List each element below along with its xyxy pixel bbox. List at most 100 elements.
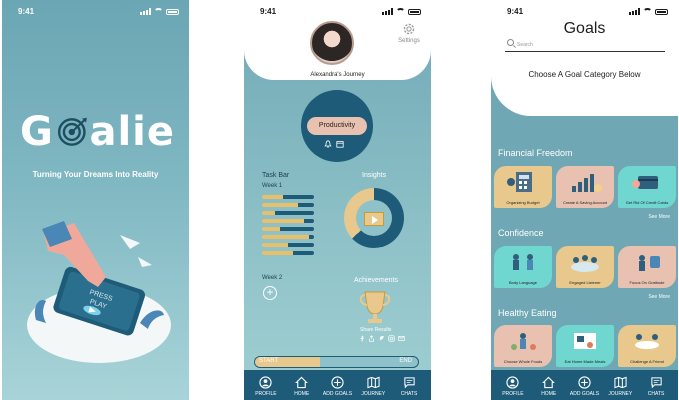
task-bar-remaining — [275, 211, 314, 215]
card-label: Organizing Budget — [506, 200, 540, 205]
progress-start-label: START — [259, 358, 279, 364]
splash-tagline: Turning Your Dreams Into Reality — [32, 170, 159, 179]
task-bar-remaining — [308, 235, 314, 239]
press-play-illustration[interactable]: PRESS PLAY — [2, 205, 189, 400]
nav-journey-label: JOURNEY — [361, 390, 386, 397]
challenge-friend-illustration — [635, 334, 659, 349]
nav-home-label: HOME — [294, 390, 310, 397]
see-more-confidence[interactable]: See More — [648, 294, 670, 300]
nav-journey[interactable]: JOURNEY — [357, 376, 389, 397]
add-week-button[interactable]: + — [263, 286, 277, 300]
nav-chats-label: CHATS — [647, 390, 665, 397]
nav-home[interactable]: HOME — [286, 376, 318, 397]
card-label: Challenge A Friend — [630, 359, 664, 364]
chat-icon — [650, 376, 662, 388]
wifi-icon — [396, 8, 405, 15]
home-meals-illustration — [574, 333, 596, 349]
task-bar-row — [262, 219, 314, 223]
chat-icon — [403, 376, 415, 388]
calendar-icon[interactable] — [336, 140, 344, 148]
nav-add-goals[interactable]: ADD GOALS — [568, 375, 600, 397]
nav-home-label: HOME — [541, 390, 557, 397]
task-bar-row — [262, 211, 314, 215]
bell-icon[interactable] — [324, 140, 332, 148]
play-icon[interactable] — [364, 212, 384, 226]
trophy-icon[interactable] — [358, 290, 392, 326]
share-icons — [358, 335, 405, 342]
facebook-icon[interactable] — [358, 335, 365, 342]
task-bar-remaining — [293, 251, 314, 255]
goal-card-challenge-friend[interactable]: Challenge A Friend — [618, 325, 676, 367]
map-icon — [614, 376, 627, 388]
card-label: Get Rid Of Credit Cards — [625, 200, 669, 205]
task-bar-complete — [262, 219, 304, 223]
task-bar-row — [262, 251, 314, 255]
week-2-label: Week 2 — [262, 275, 283, 281]
status-time: 9:41 — [18, 7, 35, 16]
share-icon[interactable] — [368, 335, 375, 342]
focus-actions — [324, 140, 344, 148]
logo-letter-g: G — [20, 109, 54, 155]
nav-profile-label: PROFILE — [502, 390, 524, 397]
goal-card-whole-foods[interactable]: Choose Whole Foods — [494, 325, 552, 367]
search-icon — [507, 39, 514, 46]
goal-card-focus-gratitude[interactable]: Focus On Gratitude — [618, 246, 676, 288]
profile-icon — [506, 375, 520, 389]
bottom-nav: PROFILE HOME ADD GOALS JOURNEY CHATS — [244, 370, 431, 400]
card-label: Choose Whole Foods — [503, 359, 543, 364]
share-results-label: Share Results — [360, 327, 392, 333]
task-bar-complete — [262, 227, 281, 231]
nav-journey[interactable]: JOURNEY — [604, 376, 636, 397]
add-goals-icon — [578, 375, 591, 389]
status-bar: 9:41 — [244, 6, 431, 18]
status-time: 9:41 — [260, 7, 277, 16]
nav-chats[interactable]: CHATS — [640, 376, 672, 397]
task-bar-complete — [262, 195, 283, 199]
card-label: Focus On Gratitude — [629, 280, 665, 285]
task-bar-row — [262, 195, 314, 199]
mail-icon[interactable] — [398, 335, 405, 342]
nav-profile[interactable]: PROFILE — [497, 375, 529, 397]
goal-card-saving-account[interactable]: Create A Saving Account — [556, 166, 614, 208]
add-goals-icon — [331, 375, 344, 389]
goal-card-home-made-meals[interactable]: Eat Home Made Meals — [556, 325, 614, 367]
nav-journey-label: JOURNEY — [608, 390, 633, 397]
task-bar-complete — [262, 251, 294, 255]
journey-progress-bar[interactable]: START END — [254, 356, 419, 368]
settings-button[interactable]: Settings — [397, 22, 421, 44]
battery-icon — [655, 8, 668, 15]
task-bar-complete — [262, 203, 299, 207]
task-bar-remaining — [280, 227, 314, 231]
profile-icon — [259, 375, 273, 389]
task-bar-row — [262, 235, 314, 239]
signal-icon — [140, 8, 151, 15]
nav-home[interactable]: HOME — [533, 376, 565, 397]
nav-profile[interactable]: PROFILE — [250, 375, 282, 397]
category-title-confidence: Confidence — [498, 228, 544, 238]
wifi-icon — [154, 8, 163, 15]
goal-card-credit-cards[interactable]: Get Rid Of Credit Cards — [618, 166, 676, 208]
gratitude-illustration — [639, 255, 660, 271]
home-icon — [295, 376, 309, 388]
instagram-icon[interactable] — [388, 335, 395, 342]
category-title-healthy-eating: Healthy Eating — [498, 308, 557, 318]
nav-profile-label: PROFILE — [255, 390, 277, 397]
twitter-icon[interactable] — [378, 335, 385, 342]
app-logo: G alie — [20, 109, 175, 155]
card-label: Create A Saving Account — [562, 200, 608, 205]
goal-card-body-language[interactable]: Body Language — [494, 246, 552, 288]
search-input[interactable]: Search — [505, 39, 665, 52]
goal-card-organizing-budget[interactable]: Organizing Budget — [494, 166, 552, 208]
journey-user-name: Alexandra's Journey — [310, 72, 365, 78]
productivity-pill[interactable]: Productivity — [307, 117, 367, 135]
goal-card-engaged-listener[interactable]: Engaged Listener — [556, 246, 614, 288]
avatar[interactable] — [310, 21, 354, 65]
see-more-financial[interactable]: See More — [648, 214, 670, 220]
task-bar-complete — [262, 235, 309, 239]
nav-add-goals-label: ADD GOALS — [569, 390, 600, 397]
nav-chats[interactable]: CHATS — [393, 376, 425, 397]
nav-add-goals[interactable]: ADD GOALS — [321, 375, 353, 397]
task-bar-remaining — [282, 195, 314, 199]
page-title: Goals — [563, 20, 606, 37]
settings-label: Settings — [398, 38, 420, 44]
